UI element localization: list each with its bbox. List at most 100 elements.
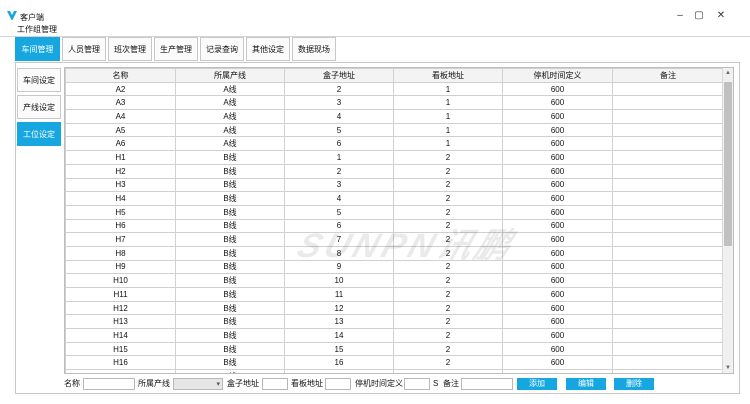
scroll-down-icon[interactable]: ▼ [723, 363, 733, 373]
cell-stop-time[interactable]: 600 [502, 163, 613, 179]
close-button[interactable]: ✕ [711, 10, 731, 22]
cell-stop-time[interactable]: 600 [502, 259, 613, 275]
cell-name[interactable]: H5 [65, 204, 176, 220]
table-row[interactable]: H5 B线 5 2 600 [65, 204, 724, 220]
cell-board-address[interactable]: 2 [393, 191, 503, 206]
cell-box-address[interactable]: 1 [284, 150, 394, 165]
cell-stop-time[interactable]: 600 [502, 177, 613, 193]
vertical-scrollbar[interactable]: ▲ ▼ [722, 68, 733, 373]
cell-stop-time[interactable]: 600 [502, 300, 613, 316]
cell-note[interactable] [612, 191, 724, 206]
cell-name[interactable]: H2 [65, 163, 176, 179]
cell-box-address[interactable]: 4 [284, 109, 394, 124]
cell-name[interactable]: H12 [65, 300, 176, 316]
cell-name[interactable]: A5 [65, 122, 176, 138]
cell-box-address[interactable]: 17 [284, 369, 394, 373]
col-header-name[interactable]: 名称 [65, 68, 176, 83]
cell-board-address[interactable]: 2 [393, 314, 503, 330]
cell-stop-time[interactable]: 600 [502, 95, 613, 111]
cell-box-address[interactable]: 16 [284, 355, 394, 371]
cell-board-address[interactable]: 2 [393, 328, 503, 343]
cell-board-address[interactable]: 2 [393, 300, 503, 316]
cell-board-address[interactable]: 2 [393, 245, 503, 261]
cell-note[interactable] [612, 81, 724, 97]
name-input[interactable] [83, 378, 135, 390]
scroll-thumb[interactable] [724, 82, 732, 246]
cell-board-address[interactable]: 1 [393, 136, 503, 152]
side-line-settings[interactable]: 产线设定 [17, 95, 61, 119]
tab-shift[interactable]: 班次管理 [108, 37, 152, 61]
cell-name[interactable]: H11 [65, 287, 176, 302]
tab-records[interactable]: 记录查询 [200, 37, 244, 61]
cell-note[interactable] [612, 287, 724, 302]
cell-line[interactable]: A线 [175, 109, 285, 124]
table-row[interactable]: A4 A线 4 1 600 [65, 109, 724, 124]
cell-note[interactable] [612, 136, 724, 152]
col-header-stop-time[interactable]: 停机时间定义 [502, 68, 613, 83]
cell-note[interactable] [612, 300, 724, 316]
cell-board-address[interactable]: 2 [393, 150, 503, 165]
col-header-note[interactable]: 备注 [612, 68, 724, 83]
cell-box-address[interactable]: 6 [284, 218, 394, 234]
cell-board-address[interactable]: 1 [393, 95, 503, 111]
table-row[interactable]: H7 B线 7 2 600 [65, 232, 724, 247]
table-row[interactable]: H11 B线 11 2 600 [65, 287, 724, 302]
cell-name[interactable]: H6 [65, 218, 176, 234]
cell-stop-time[interactable]: 600 [502, 328, 613, 343]
cell-stop-time[interactable]: 600 [502, 314, 613, 330]
col-header-board-address[interactable]: 看板地址 [393, 68, 503, 83]
cell-name[interactable]: H13 [65, 314, 176, 330]
cell-name[interactable]: H9 [65, 259, 176, 275]
table-row[interactable]: H17B线172600 [65, 369, 724, 373]
cell-note[interactable] [612, 328, 724, 343]
cell-line[interactable]: B线 [175, 314, 285, 330]
cell-note[interactable] [612, 341, 724, 357]
tab-production[interactable]: 生产管理 [154, 37, 198, 61]
cell-name[interactable]: A3 [65, 95, 176, 111]
table-row[interactable]: A6 A线 6 1 600 [65, 136, 724, 152]
cell-name[interactable]: H15 [65, 341, 176, 357]
cell-box-address[interactable]: 8 [284, 245, 394, 261]
cell-board-address[interactable]: 2 [393, 259, 503, 275]
delete-button[interactable]: 删除 [614, 378, 654, 390]
table-row[interactable]: H10 B线 10 2 600 [65, 273, 724, 288]
cell-box-address[interactable]: 2 [284, 163, 394, 179]
cell-name[interactable]: A4 [65, 109, 176, 124]
cell-note[interactable] [612, 95, 724, 111]
cell-line[interactable]: B线 [175, 300, 285, 316]
cell-line[interactable]: B线 [175, 369, 285, 373]
cell-board-address[interactable]: 2 [393, 355, 503, 371]
tab-data-site[interactable]: 数据现场 [292, 37, 336, 61]
cell-name[interactable]: H17 [65, 369, 176, 373]
cell-line[interactable]: B线 [175, 191, 285, 206]
cell-box-address[interactable]: 3 [284, 95, 394, 111]
cell-stop-time[interactable]: 600 [502, 232, 613, 247]
cell-box-address[interactable]: 13 [284, 314, 394, 330]
cell-name[interactable]: H8 [65, 245, 176, 261]
cell-board-address[interactable]: 2 [393, 287, 503, 302]
cell-name[interactable]: H1 [65, 150, 176, 165]
cell-board-address[interactable]: 2 [393, 177, 503, 193]
cell-note[interactable] [612, 218, 724, 234]
cell-box-address[interactable]: 3 [284, 177, 394, 193]
cell-board-address[interactable]: 2 [393, 232, 503, 247]
cell-box-address[interactable]: 11 [284, 287, 394, 302]
cell-board-address[interactable]: 2 [393, 341, 503, 357]
cell-box-address[interactable]: 7 [284, 232, 394, 247]
cell-stop-time[interactable]: 600 [502, 136, 613, 152]
cell-line[interactable]: B线 [175, 245, 285, 261]
cell-note[interactable] [612, 314, 724, 330]
table-row[interactable]: H3 B线 3 2 600 [65, 177, 724, 193]
line-select[interactable]: ▾ [173, 378, 223, 390]
cell-name[interactable]: H10 [65, 273, 176, 288]
box-address-input[interactable] [262, 378, 288, 390]
side-workshop-settings[interactable]: 车间设定 [17, 68, 61, 92]
menu-workgroup[interactable]: 工作组管理 [17, 24, 57, 36]
cell-line[interactable]: B线 [175, 355, 285, 371]
cell-stop-time[interactable]: 600 [502, 287, 613, 302]
side-station-settings[interactable]: 工位设定 [17, 122, 61, 146]
cell-stop-time[interactable]: 600 [502, 109, 613, 124]
cell-name[interactable]: H3 [65, 177, 176, 193]
cell-note[interactable] [612, 150, 724, 165]
cell-board-address[interactable]: 1 [393, 109, 503, 124]
